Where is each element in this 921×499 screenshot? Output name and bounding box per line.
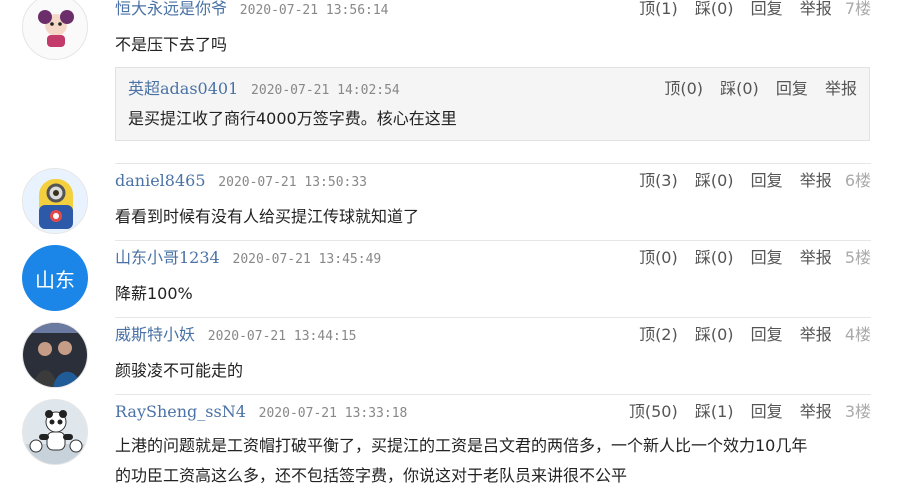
comment-body: 恒大永远是你爷 2020-07-21 13:56:14 顶(1) 踩(0) 回复…	[115, 0, 871, 60]
upvote-button[interactable]: 顶(0)	[639, 248, 678, 267]
report-button[interactable]: 举报	[800, 402, 832, 421]
downvote-button[interactable]: 踩(0)	[695, 325, 734, 344]
comment-meta: daniel8465 2020-07-21 13:50:33 顶(3) 踩(0)…	[115, 170, 871, 192]
username-link[interactable]: RaySheng_ssN4	[115, 402, 246, 421]
username-link[interactable]: 恒大永远是你爷	[115, 0, 227, 18]
timestamp: 2020-07-21 13:56:14	[239, 3, 389, 18]
comment-text: 上港的问题就是工资帽打破平衡了，买提江的工资是吕文君的两倍多，一个新人比一个效力…	[115, 431, 871, 491]
divider	[115, 240, 871, 241]
comment-actions: 顶(50) 踩(1) 回复 举报 3楼	[617, 401, 871, 423]
comment-meta: 山东小哥1234 2020-07-21 13:45:49 顶(0) 踩(0) 回…	[115, 247, 871, 269]
avatar[interactable]	[22, 322, 88, 388]
divider	[115, 163, 871, 164]
reply-button[interactable]: 回复	[751, 325, 783, 344]
quote-report-button[interactable]: 举报	[825, 79, 857, 98]
floor-number: 7楼	[844, 0, 871, 18]
downvote-button[interactable]: 踩(0)	[695, 248, 734, 267]
report-button[interactable]: 举报	[800, 248, 832, 267]
comment-text: 不是压下去了吗	[115, 35, 228, 54]
reply-button[interactable]: 回复	[751, 171, 783, 190]
avatar[interactable]: 山东	[22, 245, 88, 311]
avatar[interactable]	[22, 399, 88, 465]
comment-body: daniel8465 2020-07-21 13:50:33 顶(3) 踩(0)…	[115, 170, 871, 232]
comment-meta: 威斯特小妖 2020-07-21 13:44:15 顶(2) 踩(0) 回复 举…	[115, 324, 871, 346]
timestamp: 2020-07-21 13:44:15	[207, 329, 357, 344]
upvote-button[interactable]: 顶(3)	[639, 171, 678, 190]
quote-username-link[interactable]: 英超adas0401	[128, 79, 238, 98]
comment-actions: 顶(1) 踩(0) 回复 举报 7楼	[627, 0, 871, 20]
downvote-button[interactable]: 踩(0)	[695, 0, 734, 18]
quote-reply-button[interactable]: 回复	[776, 79, 808, 98]
minion-avatar-icon	[23, 169, 87, 233]
comment-body: 山东小哥1234 2020-07-21 13:45:49 顶(0) 踩(0) 回…	[115, 247, 871, 309]
comment-actions: 顶(2) 踩(0) 回复 举报 4楼	[627, 324, 871, 346]
upvote-button[interactable]: 顶(2)	[639, 325, 678, 344]
quote-actions: 顶(0) 踩(0) 回复 举报	[652, 78, 857, 100]
comment-text: 降薪100%	[115, 284, 193, 303]
comment-list: 恒大永远是你爷 2020-07-21 13:56:14 顶(1) 踩(0) 回复…	[0, 0, 921, 499]
floor-number: 3楼	[844, 402, 871, 421]
avatar[interactable]	[22, 0, 88, 60]
reply-button[interactable]: 回复	[751, 0, 783, 18]
reply-button[interactable]: 回复	[751, 248, 783, 267]
reply-button[interactable]: 回复	[751, 402, 783, 421]
comment-text-line: 上港的问题就是工资帽打破平衡了，买提江的工资是吕文君的两倍多，一个新人比一个效力…	[115, 436, 808, 455]
comment-text-line: 的功臣工资高这么多，还不包括签字费，你说这对于老队员来讲很不公平	[115, 466, 628, 485]
comment-meta: 恒大永远是你爷 2020-07-21 13:56:14 顶(1) 踩(0) 回复…	[115, 0, 871, 20]
timestamp: 2020-07-21 13:33:18	[258, 406, 408, 421]
quote-timestamp: 2020-07-21 14:02:54	[251, 83, 400, 98]
quote-upvote-button[interactable]: 顶(0)	[664, 79, 703, 98]
quote-text: 是买提江收了商行4000万签字费。核心在这里	[128, 109, 457, 128]
comment-text: 看看到时候有没有人给买提江传球就知道了	[115, 207, 420, 226]
people-photo-avatar-icon	[23, 323, 87, 387]
floor-number: 4楼	[844, 325, 871, 344]
floor-number: 5楼	[844, 248, 871, 267]
username-link[interactable]: 山东小哥1234	[115, 248, 220, 267]
timestamp: 2020-07-21 13:50:33	[218, 175, 368, 190]
timestamp: 2020-07-21 13:45:49	[232, 252, 382, 267]
panda-avatar-icon	[23, 400, 87, 464]
comment-body: 威斯特小妖 2020-07-21 13:44:15 顶(2) 踩(0) 回复 举…	[115, 324, 871, 386]
divider	[115, 317, 871, 318]
report-button[interactable]: 举报	[800, 325, 832, 344]
comment-actions: 顶(3) 踩(0) 回复 举报 6楼	[627, 170, 871, 192]
comment-meta: RaySheng_ssN4 2020-07-21 13:33:18 顶(50) …	[115, 401, 871, 423]
quoted-reply: 英超adas0401 2020-07-21 14:02:54 顶(0) 踩(0)…	[115, 67, 870, 141]
avatar[interactable]	[22, 168, 88, 234]
comment-actions: 顶(0) 踩(0) 回复 举报 5楼	[627, 247, 871, 269]
username-link[interactable]: daniel8465	[115, 171, 206, 190]
downvote-button[interactable]: 踩(1)	[695, 402, 734, 421]
comment-text: 颜骏凌不可能走的	[115, 361, 244, 380]
divider	[115, 394, 871, 395]
quote-downvote-button[interactable]: 踩(0)	[720, 79, 759, 98]
comment-body: RaySheng_ssN4 2020-07-21 13:33:18 顶(50) …	[115, 401, 871, 491]
quote-meta: 英超adas0401 2020-07-21 14:02:54 顶(0) 踩(0)…	[128, 78, 857, 100]
downvote-button[interactable]: 踩(0)	[695, 171, 734, 190]
username-link[interactable]: 威斯特小妖	[115, 325, 195, 344]
report-button[interactable]: 举报	[800, 0, 832, 18]
avatar-text: 山东	[35, 267, 75, 292]
upvote-button[interactable]: 顶(50)	[629, 402, 678, 421]
user-avatar-icon	[23, 0, 87, 59]
report-button[interactable]: 举报	[800, 171, 832, 190]
upvote-button[interactable]: 顶(1)	[639, 0, 678, 18]
floor-number: 6楼	[844, 171, 871, 190]
